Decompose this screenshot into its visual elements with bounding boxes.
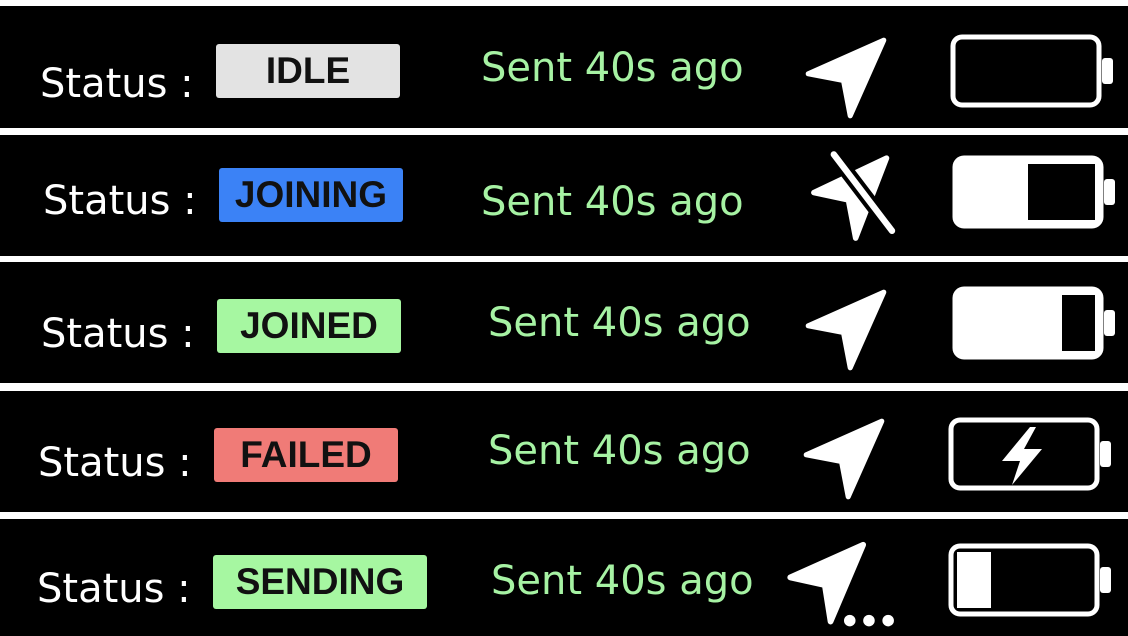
status-row-joining: Status : JOINING Sent 40s ago — [0, 135, 1128, 256]
status-badge-joining: JOINING — [219, 168, 403, 222]
status-label: Status : — [43, 178, 197, 224]
status-label: Status : — [41, 311, 195, 357]
status-label: Status : — [38, 440, 192, 486]
status-badge-sending: SENDING — [213, 555, 427, 609]
last-sent-text: Sent 40s ago — [488, 428, 751, 474]
status-badge-failed: FAILED — [214, 428, 398, 482]
status-row-failed: Status : FAILED Sent 40s ago — [0, 391, 1128, 512]
status-label: Status : — [40, 61, 194, 107]
status-label: Status : — [37, 566, 191, 612]
battery-empty-icon — [950, 34, 1113, 108]
status-row-joined: Status : JOINED Sent 40s ago — [0, 262, 1128, 383]
last-sent-text: Sent 40s ago — [481, 45, 744, 91]
status-row-idle: Status : IDLE Sent 40s ago — [0, 6, 1128, 128]
last-sent-text: Sent 40s ago — [491, 558, 754, 604]
status-badge-joined: JOINED — [217, 299, 401, 353]
navigation-sending-icon — [787, 541, 894, 627]
status-badge-idle: IDLE — [216, 44, 400, 98]
battery-half-icon — [952, 155, 1115, 229]
navigation-arrow-icon — [805, 289, 887, 371]
battery-high-icon — [952, 286, 1115, 360]
last-sent-text: Sent 40s ago — [488, 300, 751, 346]
status-row-sending: Status : SENDING Sent 40s ago — [0, 519, 1128, 636]
battery-low-icon — [948, 543, 1111, 617]
navigation-arrow-icon — [805, 37, 887, 119]
battery-charging-icon — [948, 417, 1111, 491]
navigation-arrow-icon — [803, 418, 885, 500]
last-sent-text: Sent 40s ago — [481, 179, 744, 225]
navigation-off-icon — [811, 149, 898, 241]
